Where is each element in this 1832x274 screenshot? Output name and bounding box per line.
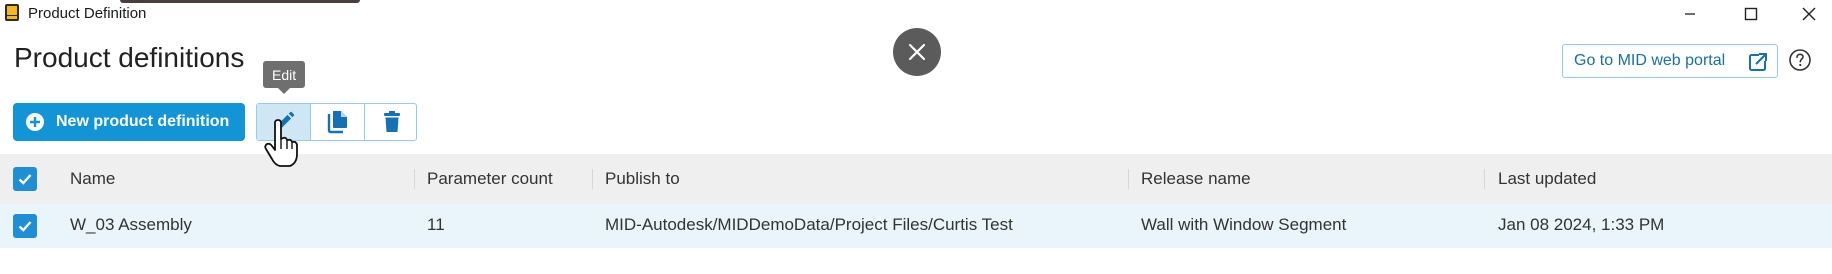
title-bar: Product Definition [0, 0, 1832, 28]
column-header-name[interactable]: Name [70, 169, 115, 189]
table-row[interactable]: W_03 Assembly 11 MID-Autodesk/MIDDemoDat… [0, 204, 1832, 248]
delete-button[interactable] [365, 104, 418, 140]
column-divider[interactable] [1128, 169, 1129, 189]
new-product-definition-button[interactable]: New product definition [13, 103, 245, 141]
external-link-icon [1749, 53, 1767, 71]
column-divider[interactable] [1484, 169, 1485, 189]
column-header-release-name[interactable]: Release name [1141, 169, 1251, 189]
cell-publish-to: MID-Autodesk/MIDDemoData/Project Files/C… [605, 215, 1013, 234]
trash-icon [383, 111, 400, 132]
cell-last-updated: Jan 08 2024, 1:33 PM [1498, 215, 1665, 234]
column-header-parameter-count[interactable]: Parameter count [427, 169, 553, 189]
checkmark-icon [18, 221, 32, 232]
copy-icon [327, 111, 347, 134]
column-divider[interactable] [592, 169, 593, 189]
minimize-icon [1685, 13, 1695, 15]
window-close-button[interactable] [1786, 0, 1832, 28]
mid-web-portal-label: Go to MID web portal [1574, 52, 1726, 69]
column-divider[interactable] [414, 169, 415, 189]
hand-pointer-cursor-icon [264, 119, 298, 167]
help-icon[interactable] [1788, 48, 1812, 72]
duplicate-button[interactable] [311, 104, 365, 140]
window-title: Product Definition [28, 5, 147, 22]
mid-web-portal-button[interactable]: Go to MID web portal [1562, 44, 1778, 78]
maximize-button[interactable] [1728, 0, 1774, 28]
new-product-definition-label: New product definition [56, 113, 230, 130]
column-header-last-updated[interactable]: Last updated [1498, 169, 1596, 189]
overlay-close-button[interactable] [893, 28, 941, 76]
checkmark-icon [18, 174, 32, 185]
select-all-checkbox[interactable] [13, 167, 37, 191]
title-bar-accent [120, 0, 360, 3]
autodesk-app-icon [5, 4, 19, 21]
close-icon [1802, 7, 1816, 21]
cell-release-name: Wall with Window Segment [1141, 215, 1347, 234]
cell-name: W_03 Assembly [70, 215, 192, 234]
row-checkbox[interactable] [13, 214, 37, 238]
close-icon [908, 43, 926, 61]
minimize-button[interactable] [1667, 0, 1713, 28]
plus-circle-icon [26, 113, 44, 131]
page-title: Product definitions [14, 42, 245, 73]
column-header-publish-to[interactable]: Publish to [605, 169, 680, 189]
cell-parameter-count: 11 [427, 215, 445, 234]
edit-tooltip: Edit [263, 61, 306, 94]
maximize-icon [1744, 7, 1758, 21]
